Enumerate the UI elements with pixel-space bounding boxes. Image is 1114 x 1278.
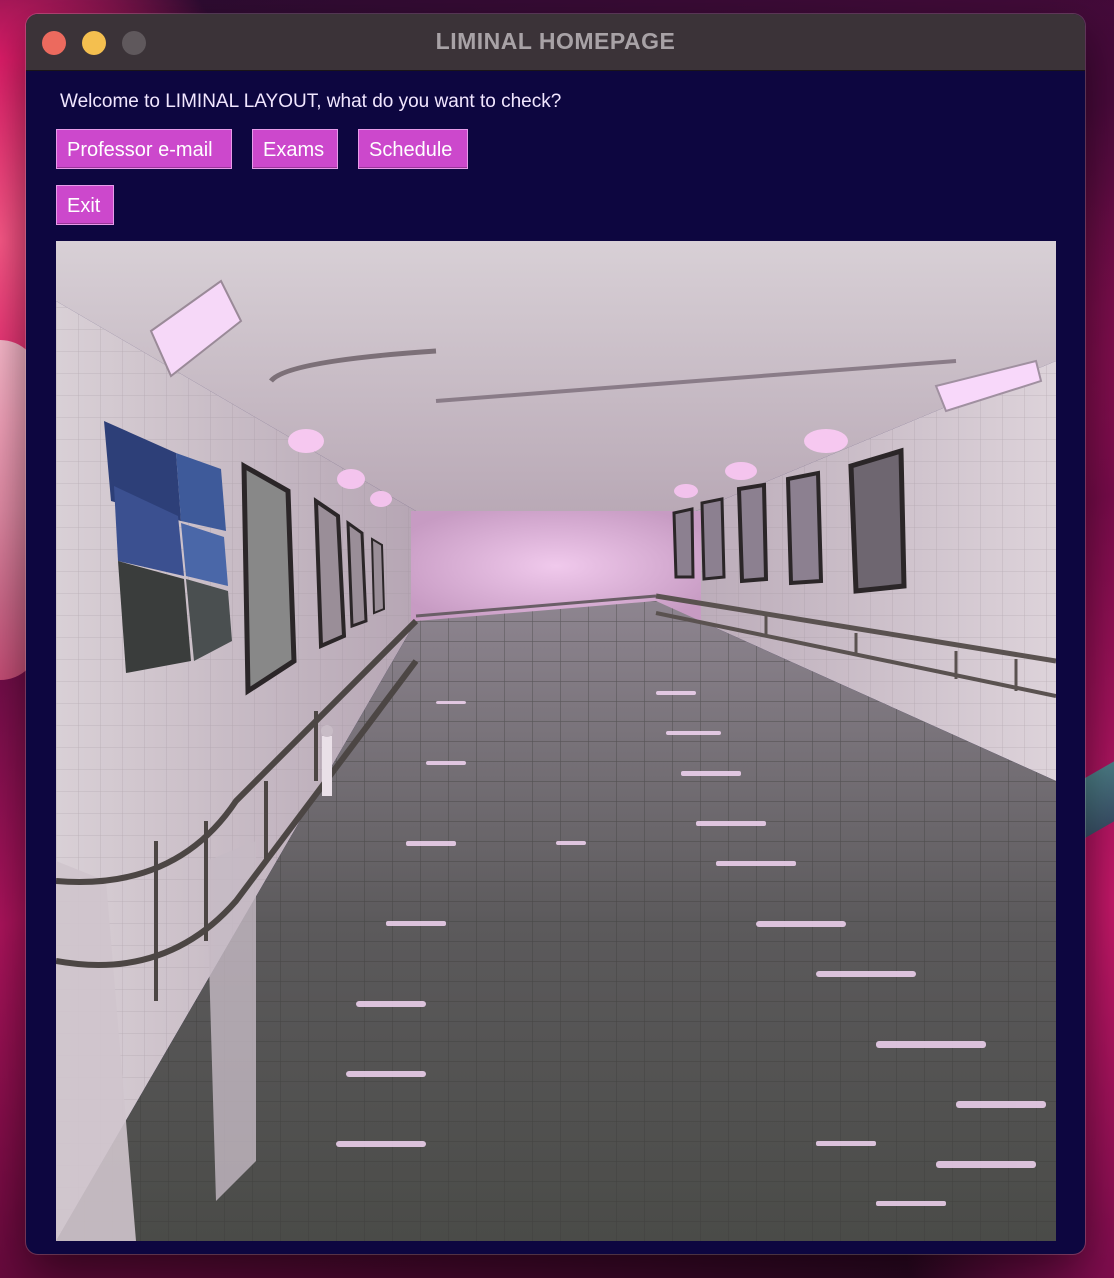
title-bar: LIMINAL HOMEPAGE — [26, 14, 1085, 71]
desktop-wallpaper-accent-right — [1084, 761, 1114, 839]
app-window: LIMINAL HOMEPAGE Welcome to LIMINAL LAYO… — [26, 14, 1085, 1254]
professor-email-button[interactable]: Professor e-mail — [56, 129, 232, 169]
schedule-button[interactable]: Schedule — [358, 129, 468, 169]
window-title: LIMINAL HOMEPAGE — [435, 28, 676, 54]
exams-button[interactable]: Exams — [252, 129, 338, 169]
welcome-label: Welcome to LIMINAL LAYOUT, what do you w… — [60, 91, 562, 112]
liminal-photo — [56, 241, 1056, 1241]
exit-button[interactable]: Exit — [56, 185, 114, 225]
